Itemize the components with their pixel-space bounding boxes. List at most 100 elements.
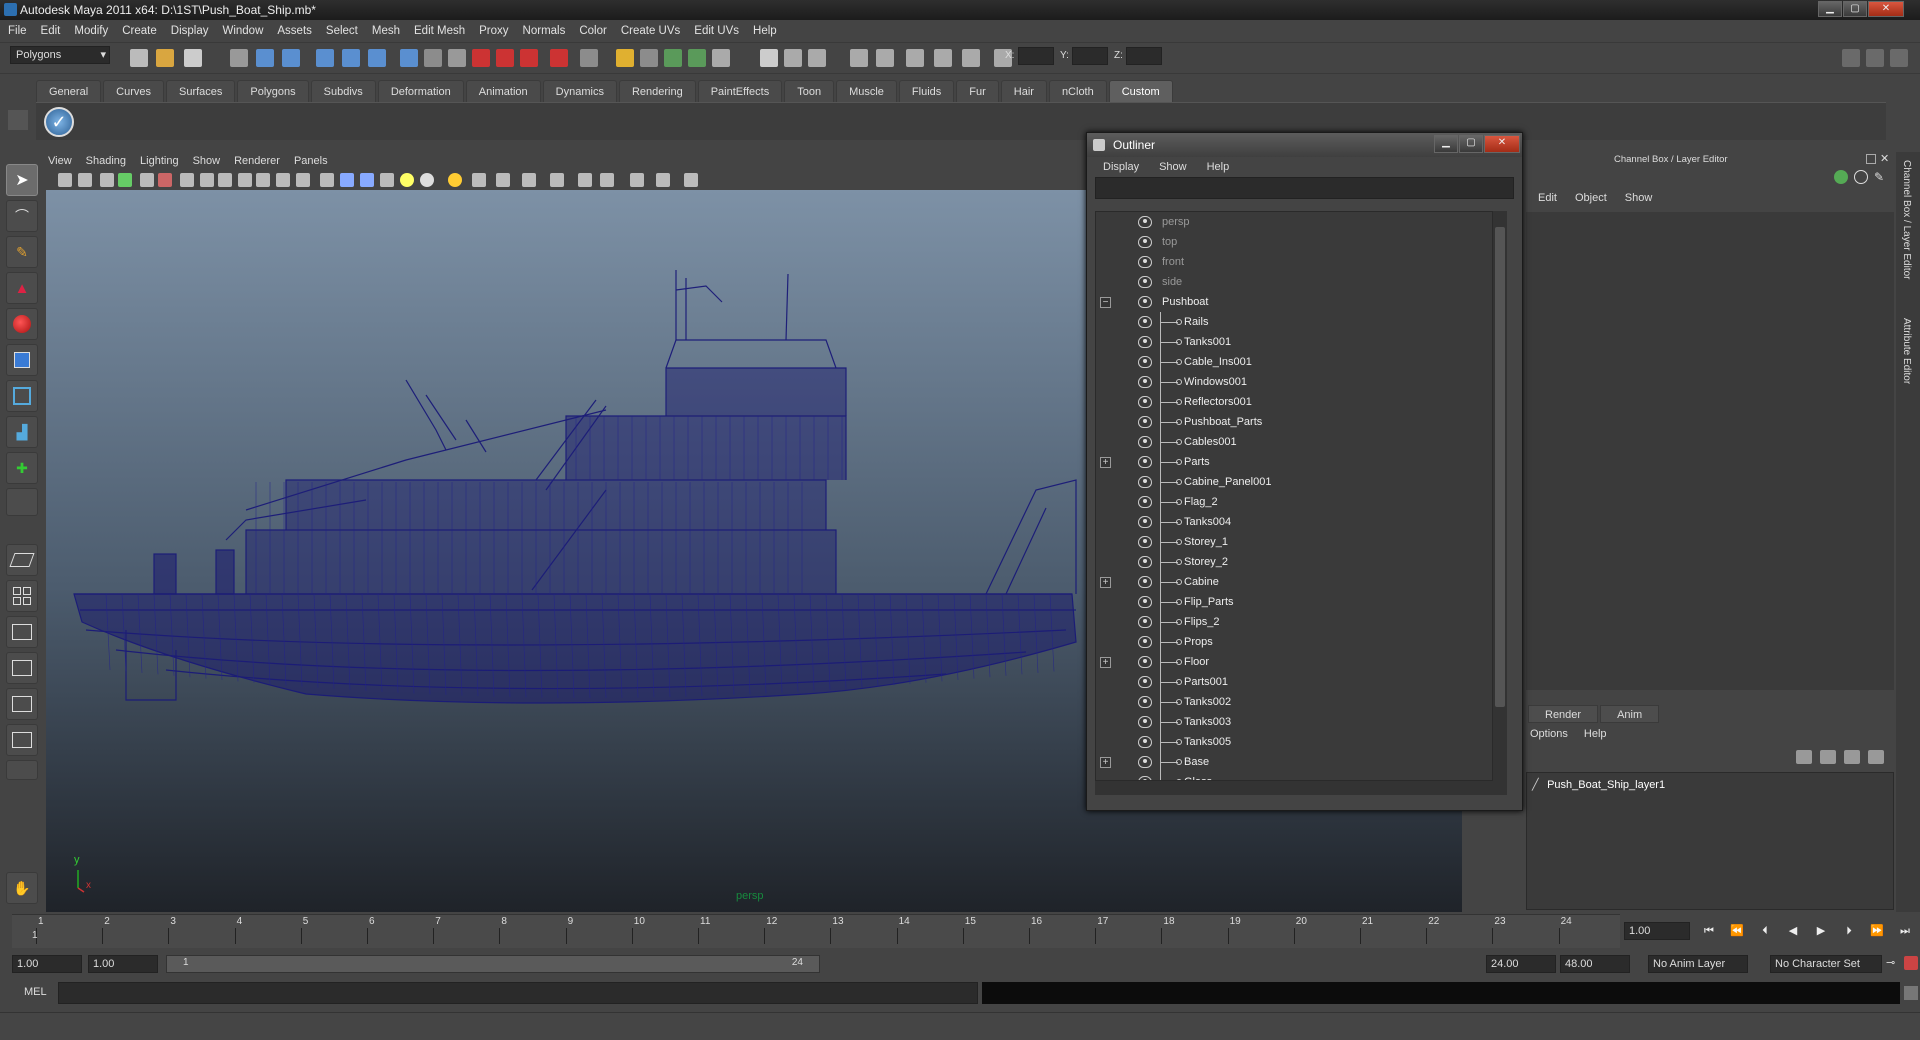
- outliner-item[interactable]: Tanks004: [1096, 512, 1492, 532]
- layer-row[interactable]: ╱ Push_Boat_Ship_layer1: [1532, 778, 1665, 791]
- outliner-item[interactable]: Tanks005: [1096, 732, 1492, 752]
- lasso-tool-icon[interactable]: ⌒: [6, 200, 38, 232]
- playback-end-field[interactable]: 24.00: [1486, 955, 1556, 973]
- viewport-menu-lighting[interactable]: Lighting: [140, 155, 179, 167]
- select-highlight-icon[interactable]: [640, 49, 658, 67]
- layer-menu-help[interactable]: Help: [1584, 728, 1607, 740]
- shelf-tab-deformation[interactable]: Deformation: [377, 80, 464, 102]
- menu-mesh[interactable]: Mesh: [372, 25, 400, 37]
- menu-select[interactable]: Select: [326, 25, 358, 37]
- shelf-tab-dynamics[interactable]: Dynamics: [542, 80, 617, 102]
- side-tab-attribute-editor[interactable]: Attribute Editor: [1901, 318, 1912, 384]
- command-input[interactable]: [58, 982, 978, 1004]
- outliner-item[interactable]: side: [1096, 272, 1492, 292]
- step-back-key-icon[interactable]: ⏪: [1728, 922, 1746, 940]
- menu-create[interactable]: Create: [122, 25, 157, 37]
- graph-editor-layout-icon[interactable]: [6, 724, 38, 756]
- outliner-item[interactable]: Cable_Ins001: [1096, 352, 1492, 372]
- close-icon[interactable]: ✕: [1868, 1, 1904, 17]
- viewport-tool-15-icon[interactable]: [340, 173, 354, 187]
- outliner-item[interactable]: persp: [1096, 212, 1492, 232]
- step-forward-frame-icon[interactable]: ⏵: [1840, 922, 1858, 940]
- menu-help[interactable]: Help: [753, 25, 777, 37]
- outliner-item[interactable]: Glass: [1096, 772, 1492, 780]
- viewport-tool-14-icon[interactable]: [320, 173, 334, 187]
- menu-proxy[interactable]: Proxy: [479, 25, 508, 37]
- menuset-dropdown[interactable]: Polygons ▾: [10, 46, 110, 64]
- menu-display[interactable]: Display: [171, 25, 209, 37]
- paint-select-tool-icon[interactable]: ✎: [6, 236, 38, 268]
- menu-edit-mesh[interactable]: Edit Mesh: [414, 25, 465, 37]
- show-manipulator-icon[interactable]: ✚: [6, 452, 38, 484]
- cb-icon-2[interactable]: [1854, 170, 1868, 184]
- viewport-tool-6-icon[interactable]: [158, 173, 172, 187]
- new-layer-icon[interactable]: [1796, 750, 1812, 764]
- float-panel-icon[interactable]: [1866, 154, 1876, 164]
- character-set-dropdown[interactable]: No Character Set: [1770, 955, 1882, 973]
- menu-color[interactable]: Color: [579, 25, 606, 37]
- outliner-minimize-icon[interactable]: ▁: [1434, 135, 1458, 153]
- shelf-tab-general[interactable]: General: [36, 80, 102, 102]
- hypergraph-icon[interactable]: [876, 49, 894, 67]
- outliner-item[interactable]: + Parts: [1096, 452, 1492, 472]
- soft-mod-tool-icon[interactable]: ▟: [6, 416, 38, 448]
- go-to-start-icon[interactable]: ⏮: [1700, 922, 1718, 940]
- outliner-item[interactable]: top: [1096, 232, 1492, 252]
- graph-editor-icon[interactable]: [906, 49, 924, 67]
- viewport-menu-panels[interactable]: Panels: [294, 155, 328, 167]
- outliner-maximize-icon[interactable]: ▢: [1459, 135, 1483, 153]
- shelf-tab-fluids[interactable]: Fluids: [898, 80, 955, 102]
- outliner-item[interactable]: + Base: [1096, 752, 1492, 772]
- cb-icon-3[interactable]: ✎: [1874, 170, 1888, 184]
- outliner-item[interactable]: Flag_2: [1096, 492, 1492, 512]
- viewport-tool-4-icon[interactable]: [118, 173, 132, 187]
- hypershade-layout-icon[interactable]: [6, 688, 38, 720]
- outliner-item[interactable]: Cables001: [1096, 432, 1492, 452]
- tool-settings-toggle-icon[interactable]: [1890, 49, 1908, 67]
- menu-edit-uvs[interactable]: Edit UVs: [694, 25, 739, 37]
- outliner-item[interactable]: − Pushboat: [1096, 292, 1492, 312]
- menu-assets[interactable]: Assets: [277, 25, 312, 37]
- viewport-tool-24-icon[interactable]: [550, 173, 564, 187]
- viewport-tool-11-icon[interactable]: [256, 173, 270, 187]
- play-forwards-icon[interactable]: ▶: [1812, 922, 1830, 940]
- new-scene-icon[interactable]: [130, 49, 148, 67]
- viewport-tool-23-icon[interactable]: [522, 173, 536, 187]
- outliner-item[interactable]: Tanks003: [1096, 712, 1492, 732]
- script-editor-button-icon[interactable]: [1904, 986, 1918, 1000]
- viewport-tool-26-icon[interactable]: [600, 173, 614, 187]
- menu-file[interactable]: File: [8, 25, 27, 37]
- channel-box-menu-show[interactable]: Show: [1625, 192, 1653, 204]
- outliner-item[interactable]: Cabine_Panel001: [1096, 472, 1492, 492]
- viewport-tool-19-icon[interactable]: [420, 173, 434, 187]
- render-view-icon[interactable]: [760, 49, 778, 67]
- script-editor-icon[interactable]: ✋: [6, 872, 38, 904]
- outliner-item[interactable]: Storey_1: [1096, 532, 1492, 552]
- channel-box-menu-edit[interactable]: Edit: [1538, 192, 1557, 204]
- outliner-item[interactable]: Flip_Parts: [1096, 592, 1492, 612]
- play-backwards-icon[interactable]: ◀: [1784, 922, 1802, 940]
- maximize-icon[interactable]: ▢: [1843, 1, 1867, 17]
- output-ops-icon[interactable]: [688, 49, 706, 67]
- end-time-field[interactable]: 48.00: [1560, 955, 1630, 973]
- layout-extra-icon[interactable]: [6, 760, 38, 780]
- select-hierarchy-icon[interactable]: [230, 49, 248, 67]
- expand-icon[interactable]: +: [1100, 757, 1111, 768]
- render-globals-icon[interactable]: [808, 49, 826, 67]
- shelf-tab-polygons[interactable]: Polygons: [237, 80, 309, 102]
- channel-box-toggle-icon[interactable]: [1842, 49, 1860, 67]
- snap-plane-icon[interactable]: [400, 49, 418, 67]
- attribute-editor-toggle-icon[interactable]: [1866, 49, 1884, 67]
- input-ops-icon[interactable]: [664, 49, 682, 67]
- viewport-menu-renderer[interactable]: Renderer: [234, 155, 280, 167]
- outliner-item[interactable]: Props: [1096, 632, 1492, 652]
- layer-options2-icon[interactable]: [1868, 750, 1884, 764]
- side-tab-channel-box[interactable]: Channel Box / Layer Editor: [1901, 160, 1912, 280]
- shelf-tab-hair[interactable]: Hair: [1000, 80, 1047, 102]
- save-scene-icon[interactable]: [184, 49, 202, 67]
- viewport-tool-29-icon[interactable]: [684, 173, 698, 187]
- cb-icon-1[interactable]: [1834, 170, 1848, 184]
- outliner-item[interactable]: + Cabine: [1096, 572, 1492, 592]
- make-live-icon[interactable]: [424, 49, 442, 67]
- open-scene-icon[interactable]: [156, 49, 174, 67]
